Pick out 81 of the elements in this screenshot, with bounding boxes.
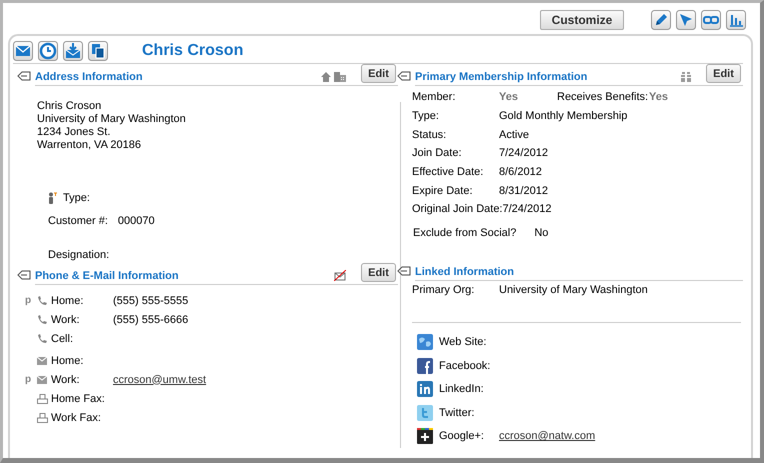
primary-marker: p: [25, 374, 32, 385]
collapse-icon[interactable]: [397, 266, 411, 276]
field-label: Customer #:: [48, 215, 108, 227]
field-value: 7/24/2012: [502, 203, 552, 216]
field-label: Twitter:: [439, 406, 476, 419]
mail-icon[interactable]: [13, 41, 33, 61]
field-label: LinkedIn:: [439, 383, 485, 396]
field-label: Type:: [63, 192, 90, 204]
field-label: Work Fax:: [51, 412, 102, 424]
field-value: No: [534, 226, 548, 239]
field-value: 7/24/2012: [499, 147, 548, 160]
field-label: Member:: [412, 91, 456, 104]
address-line: Warrenton, VA 20186: [37, 139, 142, 152]
cursor-icon[interactable]: [676, 10, 696, 30]
copy-icon[interactable]: [88, 41, 108, 61]
section-title: Phone & E-Mail Information: [35, 270, 179, 282]
twitter-icon: [417, 404, 433, 421]
mail-icon: [37, 376, 47, 384]
field-label: Work:: [51, 374, 81, 386]
field-value: 000070: [118, 215, 155, 227]
facebook-icon: [417, 358, 433, 374]
email-link[interactable]: ccroson@umw.test: [113, 374, 206, 386]
home-icon: [321, 72, 331, 82]
field-label: Cell:: [51, 332, 74, 344]
field-label: Home Fax:: [51, 392, 106, 404]
plus-icon: [417, 428, 433, 444]
customize-button[interactable]: Customize: [540, 10, 624, 30]
mail-icon: [37, 356, 47, 364]
field-label: Google+:: [439, 430, 485, 442]
field-label: Designation:: [48, 249, 110, 261]
field-label: Effective Date:: [412, 166, 484, 178]
linkedin-icon: [417, 381, 433, 398]
no-mail-icon: [334, 270, 346, 281]
field-value: Active: [499, 128, 529, 141]
person-icon: [48, 192, 58, 204]
clock-icon[interactable]: [38, 41, 58, 61]
gift-icon: [681, 72, 691, 82]
inbox-icon[interactable]: [63, 41, 83, 61]
contact-name: Chris Croson: [142, 42, 244, 60]
field-value: (555) 555-6666: [113, 314, 188, 326]
primary-marker: p: [25, 295, 32, 306]
fax-icon: [37, 412, 48, 422]
edit-button[interactable]: Edit: [706, 64, 741, 83]
field-value: (555) 555-5555: [113, 294, 188, 306]
field-label: Home:: [51, 354, 84, 366]
edit-button[interactable]: Edit: [361, 263, 396, 282]
address-line: University of Mary Washington: [37, 113, 187, 126]
field-label: Exclude from Social?: [413, 226, 516, 239]
field-value: 8/31/2012: [499, 184, 548, 197]
email-link[interactable]: ccroson@natw.com: [499, 430, 596, 442]
field-value: Yes: [499, 91, 519, 104]
address-line: Chris Croson: [37, 100, 102, 113]
link-icon[interactable]: [701, 10, 721, 30]
section-title: Address Information: [35, 71, 143, 83]
field-label: Facebook:: [439, 360, 492, 372]
edit-icon[interactable]: [651, 10, 671, 30]
address-line: 1234 Jones St.: [37, 126, 112, 139]
collapse-icon[interactable]: [397, 71, 411, 81]
field-label: Work:: [51, 314, 81, 326]
field-label: Join Date:: [412, 147, 463, 160]
chart-icon[interactable]: [726, 10, 746, 30]
field-value: Gold Monthly Membership: [499, 110, 628, 122]
field-label: Status:: [412, 128, 448, 141]
field-label: Receives Benefits:: [557, 91, 649, 104]
collapse-icon[interactable]: [17, 71, 31, 81]
field-value: 8/6/2012: [499, 166, 542, 178]
fax-icon: [37, 394, 48, 404]
edit-button[interactable]: Edit: [361, 64, 396, 83]
globe-icon: [417, 334, 433, 350]
field-label: Type:: [412, 110, 440, 122]
building-icon: [334, 72, 346, 82]
field-label: Original Join Date:: [412, 203, 502, 216]
field-label: Home:: [51, 294, 84, 306]
section-title: Primary Membership Information: [415, 71, 588, 83]
collapse-icon[interactable]: [17, 270, 31, 280]
field-label: Expire Date:: [412, 184, 474, 197]
field-label: Web Site:: [439, 336, 488, 348]
field-value: University of Mary Washington: [499, 284, 648, 296]
field-value: Yes: [649, 91, 669, 104]
field-label: Primary Org:: [412, 284, 476, 296]
section-title: Linked Information: [415, 266, 514, 278]
